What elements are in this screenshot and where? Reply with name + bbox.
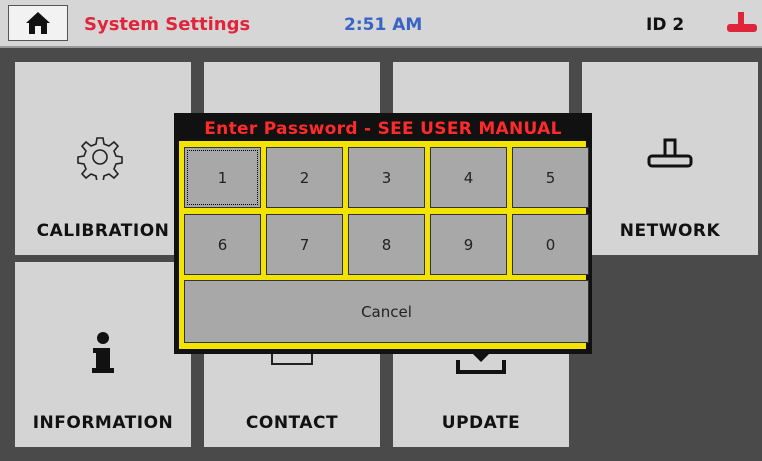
gear-icon — [77, 137, 123, 180]
key-9[interactable]: 9 — [430, 214, 507, 275]
page-title: System Settings — [84, 14, 251, 35]
contact-label: CONTACT — [245, 413, 339, 433]
key-5[interactable]: 5 — [512, 147, 589, 208]
password-dialog: Enter Password - SEE USER MANUAL 1 2 3 4… — [174, 113, 592, 354]
key-3[interactable]: 3 — [348, 147, 425, 208]
cancel-button[interactable]: Cancel — [184, 280, 589, 343]
update-label: UPDATE — [441, 413, 521, 433]
network-tile[interactable]: NETWORK — [582, 62, 758, 255]
key-6[interactable]: 6 — [184, 214, 261, 275]
calibration-tile[interactable]: CALIBRATION — [15, 62, 191, 255]
top-bar: System Settings 2:51 AM ID 2 — [0, 0, 762, 48]
key-0[interactable]: 0 — [512, 214, 589, 275]
home-icon — [26, 12, 50, 34]
device-id: ID 2 — [646, 15, 685, 35]
home-button[interactable] — [8, 5, 68, 41]
key-1[interactable]: 1 — [184, 147, 261, 208]
key-7[interactable]: 7 — [266, 214, 343, 275]
info-icon — [92, 332, 114, 373]
information-label: INFORMATION — [32, 413, 174, 433]
keypad: 1 2 3 4 5 6 7 8 9 0 Cancel — [179, 141, 589, 349]
clock: 2:51 AM — [344, 15, 423, 35]
key-2[interactable]: 2 — [266, 147, 343, 208]
information-tile[interactable]: INFORMATION — [15, 262, 191, 447]
network-status-icon — [727, 12, 757, 32]
key-4[interactable]: 4 — [430, 147, 507, 208]
key-8[interactable]: 8 — [348, 214, 425, 275]
network-icon — [647, 138, 693, 168]
dialog-title: Enter Password - SEE USER MANUAL — [204, 119, 562, 139]
network-label: NETWORK — [619, 221, 721, 241]
calibration-label: CALIBRATION — [36, 221, 170, 241]
